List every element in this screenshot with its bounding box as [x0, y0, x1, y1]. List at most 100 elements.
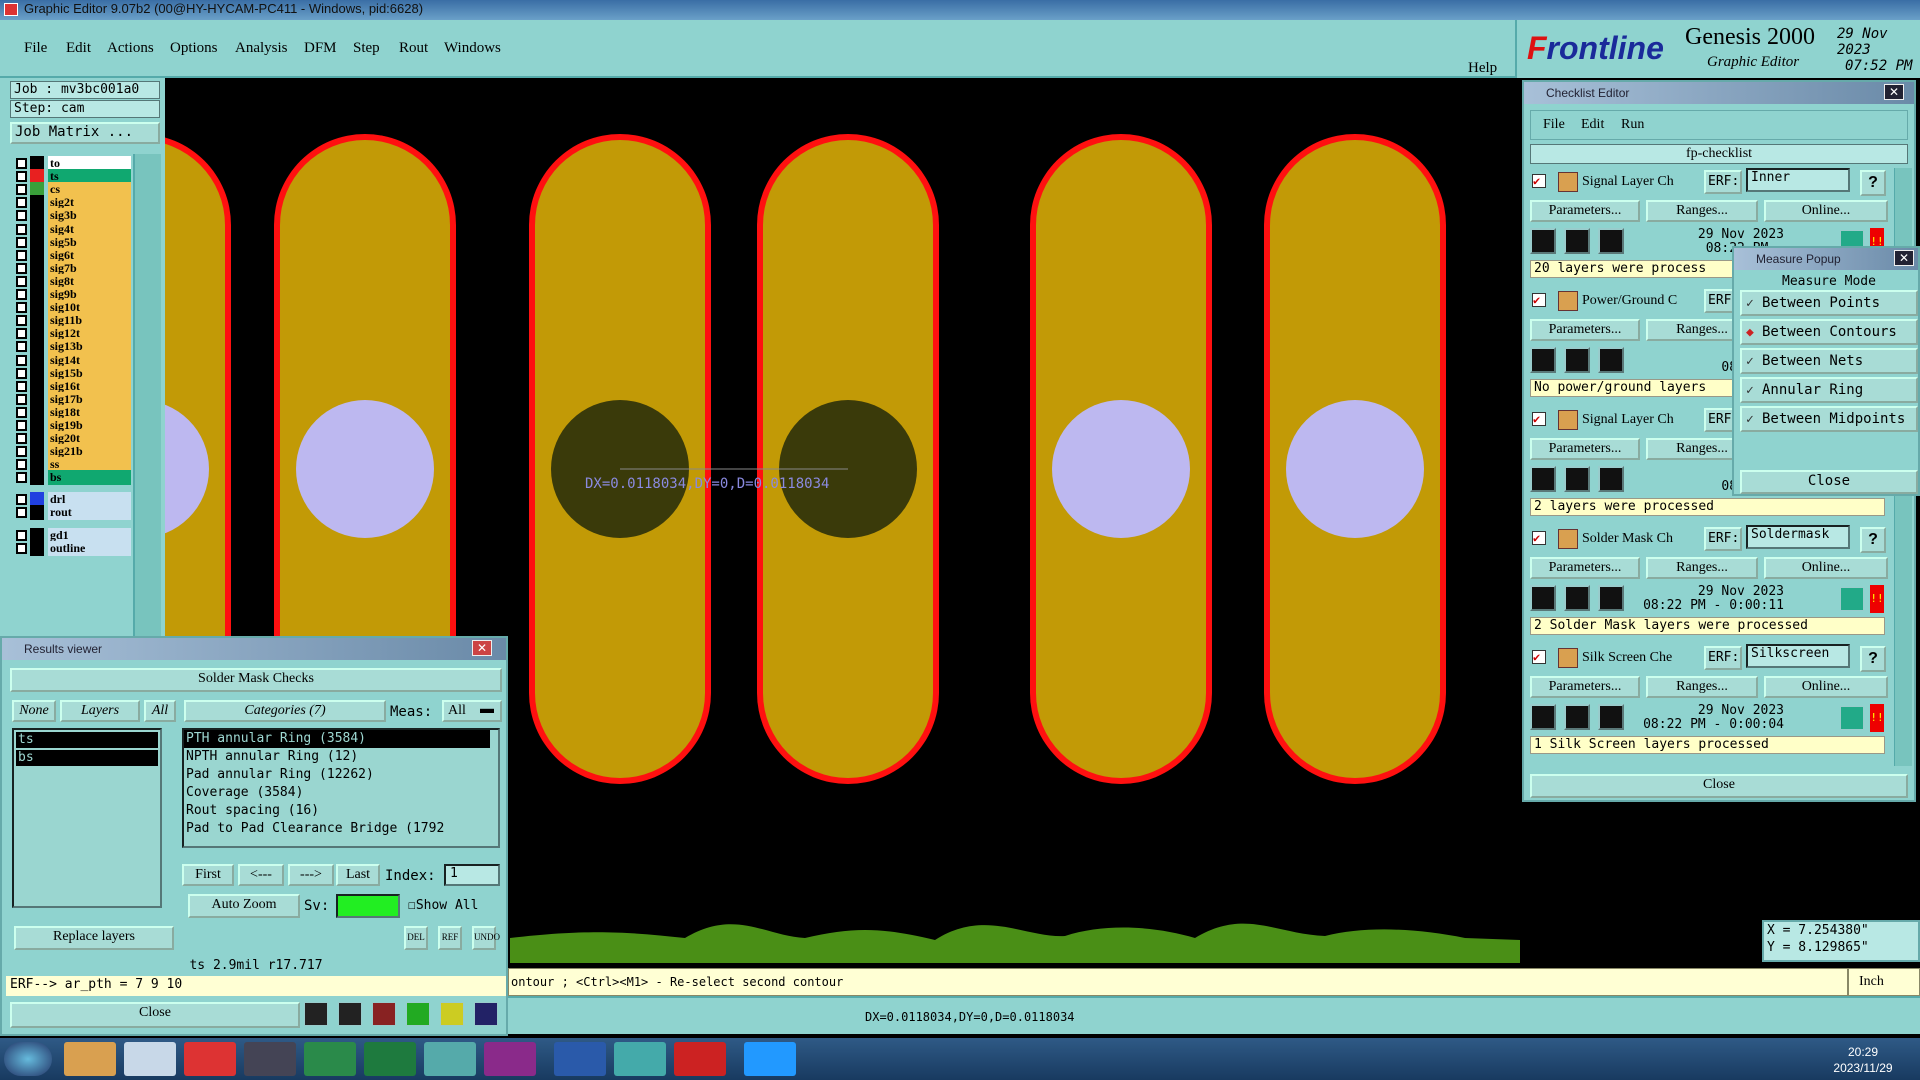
run-selected-icon[interactable]: [1598, 585, 1624, 611]
run-icon[interactable]: [1530, 704, 1556, 730]
index-input[interactable]: 1: [444, 864, 500, 886]
help-icon[interactable]: ?: [1860, 646, 1886, 672]
run-icon[interactable]: [1530, 228, 1556, 254]
menu-file[interactable]: File: [24, 40, 47, 57]
refresh-icon[interactable]: REF: [438, 926, 462, 950]
run-all-icon[interactable]: [1564, 228, 1590, 254]
layer-checkbox[interactable]: [16, 236, 27, 248]
layer-checkbox[interactable]: [16, 367, 27, 379]
result-layer-ts[interactable]: ts: [16, 732, 158, 748]
layer-checkbox[interactable]: [16, 459, 27, 471]
category-item[interactable]: NPTH annular Ring (12): [184, 748, 498, 766]
none-button[interactable]: None: [12, 700, 56, 722]
tool-icon-5[interactable]: [440, 1002, 464, 1026]
layer-row-bs[interactable]: bs: [14, 470, 131, 486]
layer-results-list[interactable]: ts bs: [12, 728, 162, 908]
taskbar-save-icon[interactable]: [244, 1042, 296, 1076]
result-layer-bs[interactable]: bs: [16, 750, 158, 766]
layer-checkbox[interactable]: [16, 210, 27, 222]
zoom-results-icon[interactable]: [1840, 706, 1864, 730]
item-enabled-checkbox[interactable]: ✔: [1532, 531, 1546, 545]
item-enabled-checkbox[interactable]: ✔: [1532, 412, 1546, 426]
layer-checkbox[interactable]: [16, 472, 27, 484]
layer-checkbox[interactable]: [16, 506, 27, 518]
run-selected-icon[interactable]: [1598, 228, 1624, 254]
layer-checkbox[interactable]: [16, 302, 27, 314]
categories-list[interactable]: PTH annular Ring (3584) NPTH annular Ring…: [182, 728, 500, 848]
layer-checkbox[interactable]: [16, 197, 27, 209]
layer-checkbox[interactable]: [16, 542, 27, 554]
menu-rout[interactable]: Rout: [399, 40, 428, 57]
all-button[interactable]: All: [144, 700, 176, 722]
results-close-button[interactable]: Close: [10, 1002, 300, 1028]
layer-checkbox[interactable]: [16, 354, 27, 366]
item-enabled-checkbox[interactable]: ✔: [1532, 174, 1546, 188]
menu-help[interactable]: Help: [1468, 60, 1497, 77]
prev-button[interactable]: <---: [238, 864, 284, 886]
category-item[interactable]: Pad annular Ring (12262): [184, 766, 498, 784]
layer-checkbox[interactable]: [16, 158, 27, 169]
menu-analysis[interactable]: Analysis: [235, 40, 288, 57]
menu-dfm[interactable]: DFM: [304, 40, 337, 57]
layer-checkbox[interactable]: [16, 380, 27, 392]
taskbar-pdf-icon[interactable]: [674, 1042, 726, 1076]
checklist-close-icon[interactable]: ✕: [1884, 84, 1904, 100]
menu-options[interactable]: Options: [170, 40, 218, 57]
layer-checkbox[interactable]: [16, 184, 27, 196]
parameters-button[interactable]: Parameters...: [1530, 676, 1640, 698]
meas-select[interactable]: All ▬: [442, 700, 502, 722]
run-all-icon[interactable]: [1564, 347, 1590, 373]
job-matrix-button[interactable]: Job Matrix ...: [10, 122, 160, 144]
layer-checkbox[interactable]: [16, 420, 27, 431]
measure-close-button[interactable]: Close: [1740, 470, 1918, 494]
sv-color-select[interactable]: [336, 894, 400, 918]
parameters-button[interactable]: Parameters...: [1530, 200, 1640, 222]
parameters-button[interactable]: Parameters...: [1530, 557, 1640, 579]
layer-checkbox[interactable]: [16, 171, 27, 183]
run-all-icon[interactable]: [1564, 585, 1590, 611]
show-all-checkbox[interactable]: ☐Show All: [408, 898, 478, 913]
online-button[interactable]: Online...: [1764, 676, 1888, 698]
parameters-button[interactable]: Parameters...: [1530, 319, 1640, 341]
run-all-icon[interactable]: [1564, 704, 1590, 730]
last-button[interactable]: Last: [336, 864, 380, 886]
measure-mode-between-nets[interactable]: ✓ Between Nets: [1740, 348, 1918, 374]
checklist-menu-file[interactable]: File: [1543, 117, 1565, 133]
taskbar-word-icon[interactable]: [554, 1042, 606, 1076]
measure-mode-between-midpoints[interactable]: ✓ Between Midpoints: [1740, 406, 1918, 432]
layer-checkbox[interactable]: [16, 262, 27, 274]
category-item[interactable]: Pad to Pad Clearance Bridge (1792: [184, 820, 498, 838]
help-icon[interactable]: ?: [1860, 170, 1886, 196]
checklist-menu-run[interactable]: Run: [1621, 117, 1644, 133]
measure-mode-between-points[interactable]: ✓ Between Points: [1740, 290, 1918, 316]
erf-select[interactable]: Soldermask: [1746, 525, 1850, 549]
layer-checkbox[interactable]: [16, 446, 27, 458]
run-icon[interactable]: [1530, 466, 1556, 492]
system-clock[interactable]: 20:29 2023/11/29: [1818, 1044, 1908, 1076]
run-selected-icon[interactable]: [1598, 347, 1624, 373]
taskbar-app4-icon[interactable]: [614, 1042, 666, 1076]
layer-checkbox[interactable]: [16, 493, 27, 505]
taskbar-shell-icon[interactable]: [64, 1042, 116, 1076]
measure-mode-annular-ring[interactable]: ✓ Annular Ring: [1740, 377, 1918, 403]
layer-checkbox[interactable]: [16, 341, 27, 353]
run-selected-icon[interactable]: [1598, 704, 1624, 730]
menu-step[interactable]: Step: [353, 40, 380, 57]
first-button[interactable]: First: [182, 864, 234, 886]
layer-checkbox[interactable]: [16, 393, 27, 405]
layer-scrollbar[interactable]: [133, 154, 161, 714]
replace-layers-select[interactable]: Replace layers: [14, 926, 174, 950]
taskbar-excel-icon[interactable]: [364, 1042, 416, 1076]
tool-icon-4[interactable]: [406, 1002, 430, 1026]
measure-mode-between-contours[interactable]: ◆ Between Contours: [1740, 319, 1918, 345]
taskbar-app-icon[interactable]: [184, 1042, 236, 1076]
layer-checkbox[interactable]: [16, 289, 27, 300]
undo-icon[interactable]: UNDO: [472, 926, 500, 950]
menu-edit[interactable]: Edit: [66, 40, 91, 57]
layer-checkbox[interactable]: [16, 315, 27, 327]
parameters-button[interactable]: Parameters...: [1530, 438, 1640, 460]
layer-checkbox[interactable]: [16, 275, 27, 287]
ranges-button[interactable]: Ranges...: [1646, 557, 1758, 579]
item-enabled-checkbox[interactable]: ✔: [1532, 293, 1546, 307]
layer-checkbox[interactable]: [16, 328, 27, 340]
